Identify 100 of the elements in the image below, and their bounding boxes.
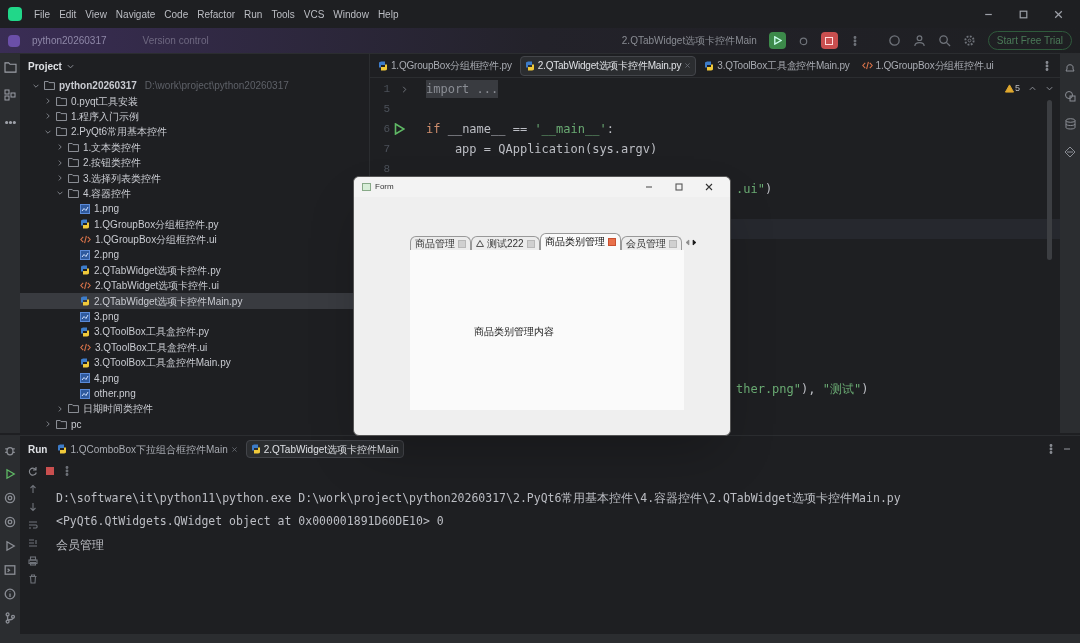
project-name[interactable]: python20260317 [32, 33, 107, 48]
collapsed-chevron-icon[interactable] [44, 420, 52, 429]
maximize-button[interactable] [1018, 8, 1029, 20]
python-file-icon [57, 444, 68, 454]
collapsed-chevron-icon[interactable] [56, 158, 64, 167]
dialog-tab[interactable]: 测试222 [471, 236, 540, 250]
collapsed-chevron-icon[interactable] [44, 112, 52, 121]
tree-item[interactable]: 1.png [20, 201, 369, 217]
close-button[interactable] [1053, 8, 1064, 20]
close-icon[interactable] [684, 62, 692, 69]
folder-icon[interactable] [3, 62, 17, 73]
tree-item[interactable]: 3.QToolBox工具盒控件.ui [20, 339, 369, 356]
tree-item[interactable]: 2.按钮类控件 [20, 154, 369, 171]
tree-item[interactable]: 2.QTabWidget选项卡控件.py [20, 262, 369, 279]
tree-item[interactable]: 1.文本类控件 [20, 139, 369, 155]
git-icon[interactable] [4, 612, 16, 624]
run-icon[interactable] [394, 123, 405, 135]
more-icon[interactable] [62, 466, 72, 476]
collapsed-chevron-icon[interactable] [56, 174, 64, 183]
menu-item[interactable]: File [34, 6, 51, 22]
menu-item[interactable]: View [85, 6, 107, 22]
terminal-icon[interactable] [4, 564, 16, 576]
warning-icon[interactable] [1005, 84, 1014, 94]
scrollbar[interactable] [1047, 100, 1052, 260]
rerun-icon[interactable] [28, 466, 38, 476]
warning-count[interactable]: 5 [1015, 82, 1020, 96]
settings-icon[interactable] [962, 34, 976, 47]
run-panel-icon[interactable] [4, 468, 16, 480]
structure-icon[interactable] [4, 89, 16, 101]
tree-item[interactable]: python20260317 D:\work\project\python20260317 [20, 78, 369, 94]
maximize-button[interactable] [674, 182, 684, 192]
tree-item[interactable]: 1.QGroupBox分组框控件.py [20, 216, 369, 232]
menu-item[interactable]: Window [333, 6, 369, 22]
collapsed-chevron-icon[interactable] [56, 143, 64, 152]
run-button[interactable] [768, 32, 786, 49]
dialog-tab[interactable]: 商品类别管理 [539, 233, 621, 250]
close-button[interactable] [704, 182, 714, 192]
close-icon[interactable] [230, 445, 238, 453]
collapsed-chevron-icon[interactable] [44, 97, 52, 106]
stop-button[interactable] [820, 32, 838, 49]
run-tab[interactable]: 2.QTabWidget选项卡控件Main [245, 440, 404, 458]
menu-item[interactable]: Tools [271, 6, 295, 22]
markup-file-icon [80, 281, 91, 291]
more-icon[interactable] [1046, 444, 1056, 454]
page-label: 商品类别管理内容 [474, 325, 554, 339]
tree-item[interactable]: 3.QToolBox工具盒控件.py [20, 324, 369, 340]
tree-item[interactable]: 2.png [20, 247, 369, 263]
editor-tab[interactable]: 1.QGroupBox分组框控件.ui [857, 55, 998, 76]
up-icon[interactable] [28, 484, 38, 494]
menu-item[interactable]: Edit [59, 6, 77, 22]
down-icon[interactable] [28, 502, 38, 512]
tree-item[interactable]: 3.QToolBox工具盒控件Main.py [20, 355, 369, 371]
console-line: 会员管理 [56, 536, 105, 554]
folder-icon [68, 404, 79, 414]
run-icon [772, 36, 782, 45]
tree-item[interactable]: 4.容器控件 [20, 185, 369, 202]
tree-item[interactable]: 1.程序入门示例 [20, 108, 369, 125]
code-line: if __name__ == '__main__': [426, 121, 614, 138]
play-icon[interactable] [4, 540, 16, 552]
panel-title[interactable]: Project [28, 58, 62, 74]
collapsed-chevron-icon[interactable] [56, 404, 64, 413]
console-line: <PyQt6.QtWidgets.QWidget object at 0x000001891D60DE10> 0 [56, 513, 445, 531]
trash-icon[interactable] [28, 574, 38, 584]
panel-title[interactable]: Run [28, 441, 48, 457]
menu-item[interactable]: VCS [303, 6, 325, 22]
run-config-selector[interactable]: 2.QTabWidget选项卡控件Main [621, 33, 757, 48]
tree-item[interactable]: 3.选择列表类控件 [20, 170, 369, 186]
print-icon[interactable] [28, 556, 38, 566]
search-icon[interactable] [937, 34, 951, 47]
tree-item[interactable]: 3.png [20, 308, 369, 325]
user-icon[interactable] [912, 34, 926, 47]
menu-item[interactable]: Run [244, 6, 263, 22]
tree-item[interactable]: other.png [20, 385, 369, 402]
dialog-tab[interactable]: 商品管理 [410, 236, 471, 250]
problems-icon[interactable] [4, 588, 16, 600]
editor-tab[interactable]: 2.QTabWidget选项卡控件Main.py [519, 55, 697, 76]
tree-item[interactable]: 日期时间类控件 [20, 401, 369, 417]
image-file-icon [80, 311, 90, 322]
menu-item[interactable]: Help [377, 6, 399, 22]
run-tab[interactable]: 1.QComboBox下拉组合框控件Main [53, 440, 242, 458]
tab-close-icon[interactable] [607, 238, 616, 246]
menu-item[interactable]: Navigate [115, 6, 156, 22]
tree-item[interactable]: 1.QGroupBox分组框控件.ui [20, 231, 369, 248]
bell-icon[interactable] [1064, 62, 1076, 74]
tree-item[interactable]: 2.PyQt6常用基本控件 [20, 124, 369, 140]
expanded-chevron-icon[interactable] [56, 189, 64, 198]
image-file-icon [80, 373, 90, 384]
dialog-tab[interactable]: 会员管理 [620, 236, 682, 250]
fold-chevron-icon[interactable] [400, 84, 409, 94]
database-icon[interactable] [1064, 118, 1076, 130]
editor-tab[interactable]: 3.QToolBox工具盒控件Main.py [700, 55, 854, 76]
menu-item[interactable]: Code [164, 6, 189, 22]
tree-item[interactable]: 2.QTabWidget选项卡控件.ui [20, 278, 369, 294]
wrap-icon[interactable] [28, 520, 38, 530]
tree-item[interactable]: 0.pyqt工具安装 [20, 93, 369, 109]
tree-item[interactable]: 4.png [20, 370, 369, 386]
menu-item[interactable]: Refactor [197, 6, 236, 22]
more-icon[interactable] [1042, 60, 1052, 71]
tree-item[interactable]: pc [20, 416, 369, 432]
editor-tab[interactable]: 1.QGroupBox分组框控件.py [374, 55, 516, 76]
